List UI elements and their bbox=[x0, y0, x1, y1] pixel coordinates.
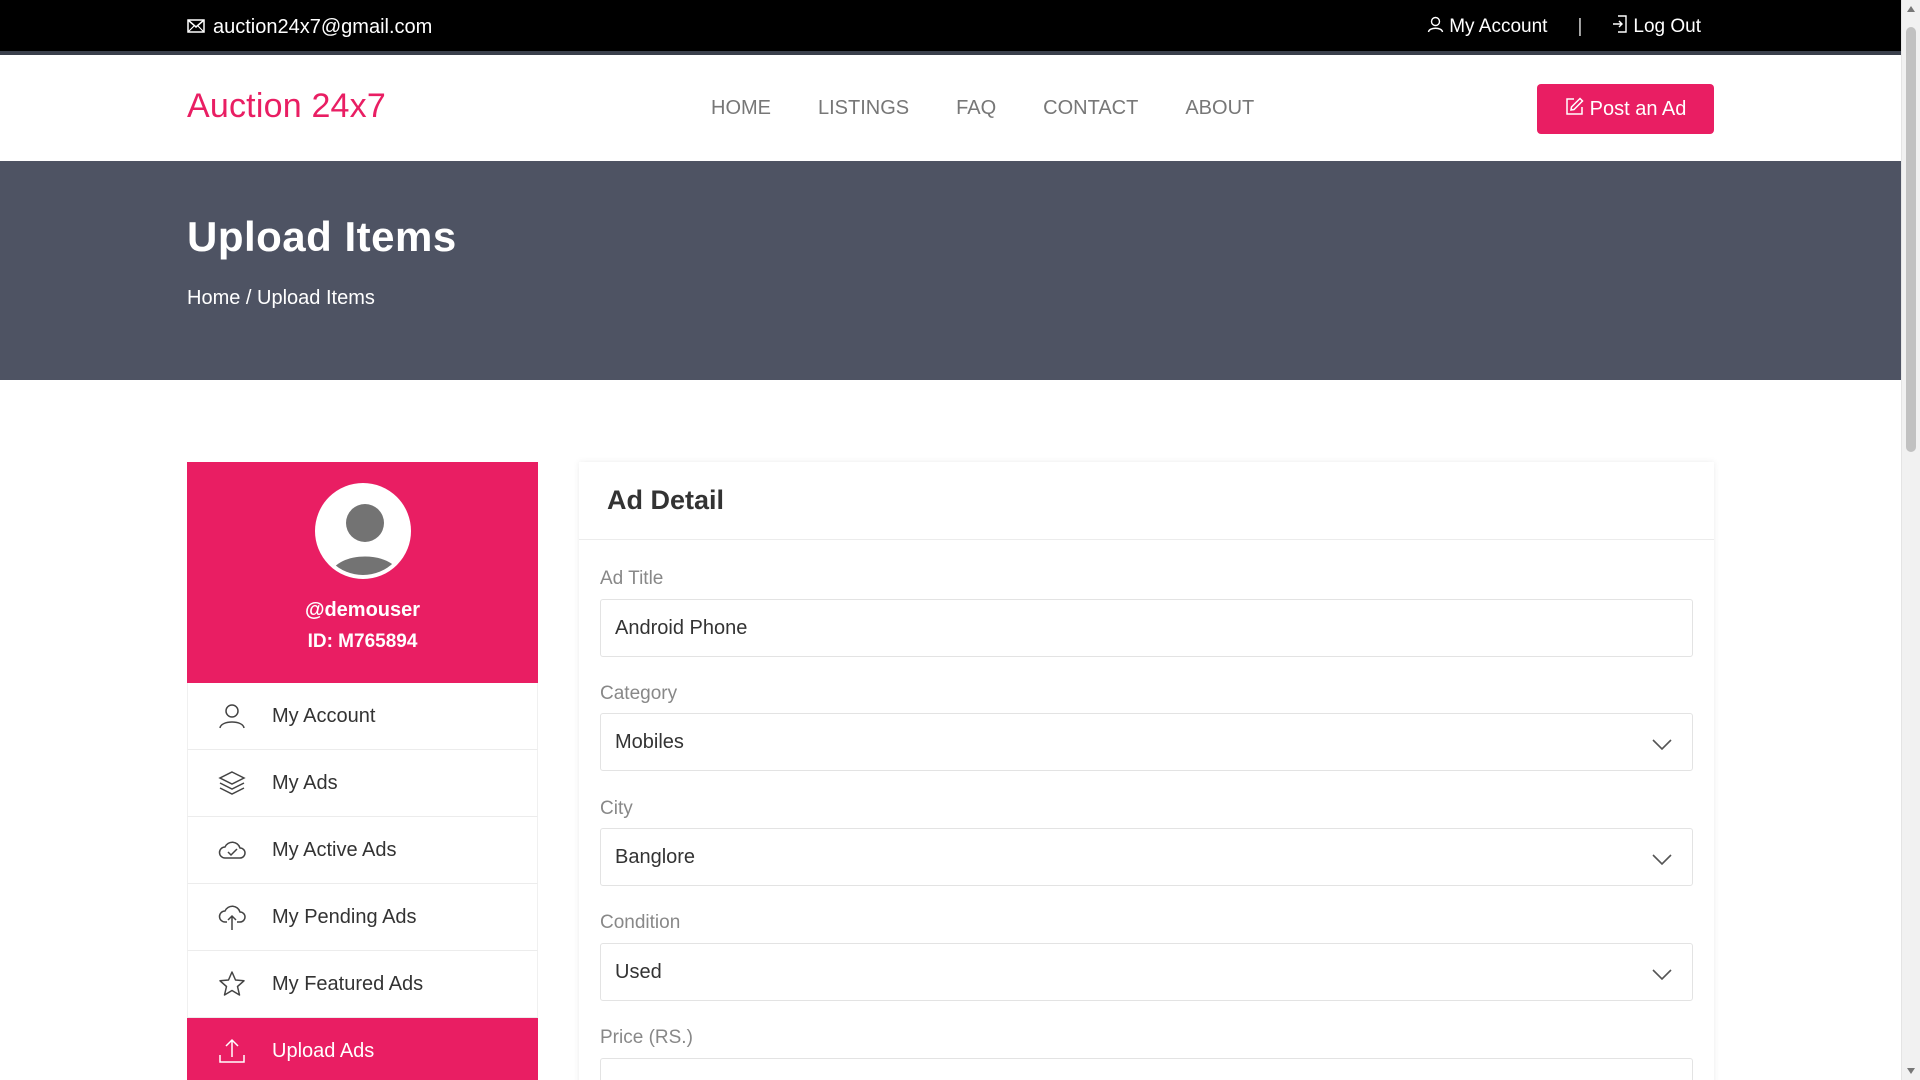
user-icon bbox=[1427, 16, 1444, 39]
post-ad-button[interactable]: Post an Ad bbox=[1537, 84, 1714, 134]
chevron-down-icon bbox=[1652, 964, 1672, 987]
ad-title-value: Android Phone bbox=[615, 616, 748, 639]
cloud-check-icon bbox=[212, 830, 252, 870]
scrollbar-thumb[interactable] bbox=[1906, 27, 1916, 452]
contact-email[interactable]: auction24x7@gmail.com bbox=[187, 16, 432, 39]
star-icon bbox=[212, 964, 252, 1004]
top-bar: auction24x7@gmail.com My Account | Log O… bbox=[0, 0, 1901, 55]
separator: | bbox=[1577, 16, 1583, 37]
category-label: Category bbox=[600, 683, 678, 704]
sidebar-item-label: My Pending Ads bbox=[272, 905, 417, 928]
sidebar-item-my-account[interactable]: My Account bbox=[187, 683, 538, 750]
mail-icon bbox=[187, 16, 205, 39]
page-header-banner: Upload Items Home / Upload Items bbox=[0, 161, 1901, 380]
logout-icon bbox=[1612, 15, 1628, 39]
post-ad-label: Post an Ad bbox=[1589, 97, 1687, 120]
scroll-up-arrow-icon[interactable] bbox=[1907, 6, 1915, 12]
sidebar-item-upload-ads[interactable]: Upload Ads bbox=[187, 1018, 538, 1080]
logout-label: Log Out bbox=[1633, 16, 1701, 37]
card-title: Ad Detail bbox=[607, 485, 725, 515]
price-input[interactable]: 3000 bbox=[600, 1058, 1693, 1080]
nav-about[interactable]: ABOUT bbox=[1185, 97, 1254, 120]
category-value: Mobiles bbox=[615, 730, 684, 753]
ad-detail-card: Ad Detail Ad Title Android Phone Categor… bbox=[579, 462, 1714, 1080]
sidebar-item-my-featured-ads[interactable]: My Featured Ads bbox=[187, 951, 538, 1018]
nav-home[interactable]: HOME bbox=[711, 97, 771, 120]
sidebar-item-label: My Active Ads bbox=[272, 838, 397, 861]
category-select[interactable]: Mobiles bbox=[600, 713, 1693, 771]
edit-icon bbox=[1565, 96, 1584, 122]
condition-label: Condition bbox=[600, 912, 681, 933]
breadcrumb[interactable]: Home / Upload Items bbox=[187, 287, 375, 310]
account-links: My Account | Log Out bbox=[1427, 15, 1701, 39]
nav-faq[interactable]: FAQ bbox=[956, 97, 996, 120]
city-select[interactable]: Banglore bbox=[600, 828, 1693, 886]
ad-title-input[interactable]: Android Phone bbox=[600, 599, 1693, 657]
main-menu: HOME LISTINGS FAQ CONTACT ABOUT bbox=[711, 97, 1254, 120]
user-icon bbox=[212, 696, 252, 736]
city-value: Banglore bbox=[615, 845, 696, 868]
scroll-down-arrow-icon[interactable] bbox=[1907, 1068, 1915, 1074]
avatar-placeholder-icon bbox=[329, 504, 400, 575]
city-label: City bbox=[600, 798, 633, 819]
profile-username: @demouser bbox=[304, 599, 421, 621]
upload-icon bbox=[212, 1031, 252, 1071]
sidebar-item-label: Upload Ads bbox=[272, 1039, 375, 1062]
sidebar-item-my-ads[interactable]: My Ads bbox=[187, 750, 538, 817]
my-account-label: My Account bbox=[1449, 16, 1548, 37]
chevron-down-icon bbox=[1652, 734, 1672, 757]
dashboard-sidebar: @demouser ID: M765894 My Account My Ads … bbox=[187, 462, 538, 1080]
profile-id: ID: M765894 bbox=[307, 631, 418, 652]
nav-contact[interactable]: CONTACT bbox=[1043, 97, 1138, 120]
logout-link[interactable]: Log Out bbox=[1612, 15, 1701, 39]
nav-listings[interactable]: LISTINGS bbox=[818, 97, 909, 120]
my-account-link[interactable]: My Account bbox=[1427, 16, 1547, 39]
sidebar-item-label: My Featured Ads bbox=[272, 972, 424, 995]
chevron-down-icon bbox=[1652, 849, 1672, 872]
contact-email-text: auction24x7@gmail.com bbox=[213, 16, 433, 38]
condition-value: Used bbox=[615, 960, 662, 983]
avatar bbox=[314, 483, 411, 579]
profile-card: @demouser ID: M765894 bbox=[187, 462, 538, 683]
page-title: Upload Items bbox=[187, 213, 457, 260]
sidebar-item-my-pending-ads[interactable]: My Pending Ads bbox=[187, 884, 538, 951]
card-header: Ad Detail bbox=[579, 462, 1714, 540]
page-scrollbar[interactable] bbox=[1901, 0, 1920, 1080]
sidebar-item-label: My Account bbox=[272, 704, 376, 727]
layers-icon bbox=[212, 763, 252, 803]
site-logo[interactable]: Auction 24x7 bbox=[187, 87, 386, 126]
sidebar-item-label: My Ads bbox=[272, 771, 338, 794]
cloud-upload-icon bbox=[212, 897, 252, 937]
sidebar-item-my-active-ads[interactable]: My Active Ads bbox=[187, 817, 538, 884]
ad-title-label: Ad Title bbox=[600, 568, 664, 589]
price-label: Price (RS.) bbox=[600, 1027, 693, 1048]
main-navbar: Auction 24x7 HOME LISTINGS FAQ CONTACT A… bbox=[0, 59, 1901, 161]
condition-select[interactable]: Used bbox=[600, 943, 1693, 1001]
